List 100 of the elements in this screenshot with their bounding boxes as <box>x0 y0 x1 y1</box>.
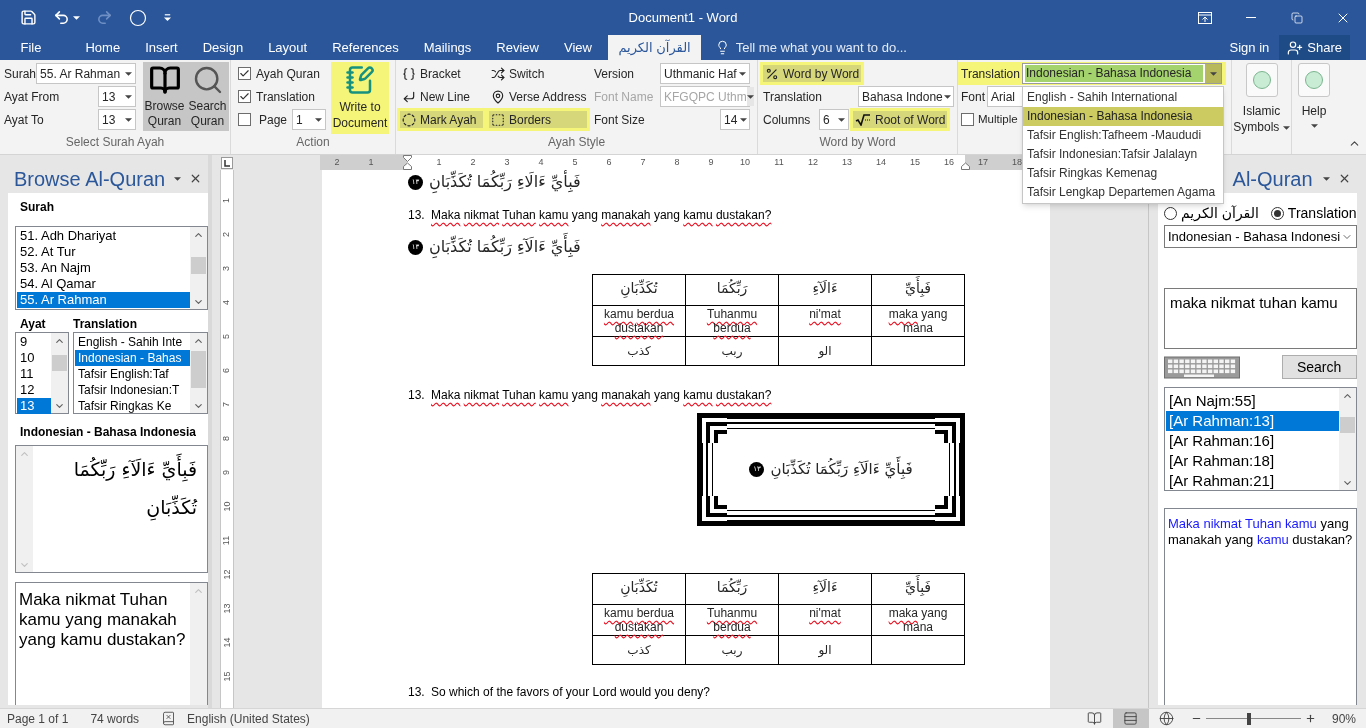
undo-icon[interactable] <box>53 9 70 26</box>
dropdown-field[interactable]: 13 <box>98 109 136 130</box>
slider-thumb[interactable] <box>1246 712 1251 725</box>
list-item[interactable]: 54. Al Qamar <box>17 276 190 292</box>
checkbox[interactable] <box>238 90 251 103</box>
list-item[interactable]: [Ar Rahman:13] <box>1166 411 1339 431</box>
list-item[interactable]: 11 <box>17 366 51 382</box>
scrollbar-thumb[interactable] <box>191 257 206 274</box>
ribbon-tab[interactable]: Mailings <box>411 35 484 60</box>
zoom-percent[interactable]: 90% <box>1331 709 1356 728</box>
share-button[interactable]: Share <box>1279 35 1350 60</box>
list-item[interactable]: 55. Ar Rahman <box>17 292 190 308</box>
dropdown-option[interactable]: Tafsir Ringkas Kemenag <box>1023 164 1223 183</box>
list-item[interactable]: 10 <box>17 350 51 366</box>
font-field[interactable]: Arial <box>987 86 1023 107</box>
scrollbar[interactable] <box>1338 388 1356 490</box>
checkbox-label[interactable]: Page <box>259 110 288 129</box>
list-item[interactable]: 9 <box>17 334 51 350</box>
page-spin-field[interactable]: 1 <box>292 109 327 130</box>
ribbon-tab[interactable]: القرآن الكريم <box>608 35 701 60</box>
list-item[interactable]: Tafsir English:Taf <box>75 366 190 382</box>
save-icon[interactable] <box>20 9 37 26</box>
write-to-document-button[interactable]: Write to Document <box>331 62 389 134</box>
checkbox-label[interactable]: Translation <box>256 87 315 106</box>
translation-list[interactable]: English - Sahih Inte Indonesian - Bahas Tafsir English:Taf Tafsir Indonesian:T Tafsir Ringkas Ke <box>73 332 208 414</box>
close-icon[interactable] <box>189 172 202 185</box>
list-item[interactable]: 53. An Najm <box>17 260 190 276</box>
dropdown-field[interactable]: 14 <box>720 109 750 130</box>
list-item[interactable]: English - Sahih Inte <box>75 334 190 350</box>
ribbon-tab[interactable]: Design <box>190 35 256 60</box>
ribbon-large-button[interactable]: Browse Quran <box>143 62 186 131</box>
ribbon-button[interactable]: New Line <box>397 85 486 108</box>
search-button[interactable]: Search <box>1281 355 1357 379</box>
radio-option[interactable]: القرآن الكريم <box>1164 202 1259 224</box>
book-x-icon[interactable] <box>161 711 177 726</box>
dropdown-option[interactable]: Tafsir English:Tafheem -Maududi <box>1023 126 1223 145</box>
ribbon-tab[interactable]: File <box>8 35 54 60</box>
translation-select[interactable]: Indonesian - Bahasa Indonesi <box>1164 225 1357 248</box>
dash-caret-icon[interactable] <box>163 13 172 22</box>
help-button[interactable]: Help <box>1294 63 1334 154</box>
ribbon-tab[interactable]: View <box>551 35 605 60</box>
sign-in-link[interactable]: Sign in <box>1219 35 1280 60</box>
ribbon-tab[interactable]: Layout <box>255 35 320 60</box>
list-item[interactable]: Tafsir Indonesian:T <box>75 382 190 398</box>
dropdown-field[interactable]: Bahasa Indone <box>858 86 954 107</box>
checkbox[interactable] <box>238 67 251 80</box>
list-item[interactable]: [Ar Rahman:16] <box>1166 431 1339 451</box>
ribbon-button[interactable]: Word by Word <box>760 62 865 85</box>
list-item[interactable]: [Ar Rahman:18] <box>1166 451 1339 471</box>
scrollbar[interactable] <box>51 333 68 413</box>
page-count[interactable]: Page 1 of 1 <box>7 709 69 728</box>
ribbon-button[interactable]: Bracket <box>397 62 486 85</box>
checkbox[interactable] <box>961 113 974 126</box>
scrollbar-thumb[interactable] <box>1339 417 1355 433</box>
letter-l-box-icon[interactable] <box>221 157 233 169</box>
result-text-box[interactable]: Maka nikmat Tuhan kamu yang manakah yang kamu dustakan? <box>1164 508 1357 705</box>
dropdown-field[interactable]: 55. Ar Rahman <box>36 63 137 84</box>
view-button[interactable] <box>1112 709 1149 728</box>
scrollbar-thumb[interactable] <box>191 351 206 388</box>
scrollbar[interactable] <box>190 227 207 309</box>
ayat-list[interactable]: 9 10 11 12 13 <box>15 332 69 414</box>
ribbon-button[interactable]: Root of Word <box>850 108 951 131</box>
translation-dropdown[interactable]: Indonesian - Bahasa Indonesia <box>1022 63 1222 84</box>
plus-icon[interactable] <box>1304 713 1316 724</box>
ribbon-button[interactable]: Switch <box>486 62 590 85</box>
tell-me-field[interactable]: Tell me what you want to do... <box>735 37 936 58</box>
checkbox-label[interactable]: Ayah Quran <box>256 64 320 83</box>
results-list[interactable]: [An Najm:55] [Ar Rahman:13] [Ar Rahman:16] [Ar Rahman:18] [Ar Rahman:21] <box>1164 387 1357 491</box>
dropdown-option[interactable]: Tafsir Lengkap Departemen Agama <box>1023 183 1223 202</box>
ribbon-tab[interactable]: Review <box>483 35 552 60</box>
ribbon-large-button[interactable]: Search Quran <box>186 62 229 131</box>
language-status[interactable]: English (United States) <box>187 709 310 728</box>
keyboard-icon[interactable] <box>1164 355 1240 379</box>
scrollbar-thumb[interactable] <box>52 355 67 371</box>
word-count[interactable]: 74 words <box>90 709 140 728</box>
arabic-text-box[interactable]: فَبِأَيِّ ءَالَآءِ رَبِّكُمَا تُكَذِّبَانِ <box>15 445 208 573</box>
dropdown-option[interactable]: Tafsir Indonesian:Tafsir Jalalayn <box>1023 145 1223 164</box>
dropdown-field[interactable]: 6 <box>819 109 849 130</box>
hourglass-marker-icon[interactable] <box>403 155 412 170</box>
ribbon-button[interactable]: Verse Address <box>486 85 590 108</box>
ribbon-tab[interactable]: Home <box>72 35 133 60</box>
dropdown-field[interactable]: Uthmanic Haf <box>660 63 750 84</box>
dropdown-option[interactable]: Indonesian - Bahasa Indonesia <box>1023 107 1223 126</box>
ribbon-button[interactable]: Borders <box>486 108 590 131</box>
checkbox-label[interactable]: Multiple <box>978 110 1018 129</box>
list-item[interactable]: [An Najm:55] <box>1166 391 1339 411</box>
islamic-symbols-button[interactable]: Islamic Symbols <box>1232 63 1291 154</box>
scrollbar[interactable] <box>190 583 207 705</box>
ribbon-button[interactable]: Mark Ayah <box>397 108 486 131</box>
dropdown-field[interactable]: 13 <box>98 86 136 107</box>
list-item[interactable]: Tafsir Ringkas Ke <box>75 398 190 414</box>
circle-icon[interactable] <box>129 8 147 27</box>
ribbon-tab[interactable]: Insert <box>132 35 191 60</box>
dropdown-option[interactable]: English - Sahih International <box>1023 88 1223 107</box>
checkbox[interactable] <box>238 113 251 126</box>
list-item[interactable]: 51. Adh Dhariyat <box>17 228 190 244</box>
translation-text-box[interactable]: Maka nikmat Tuhan kamu yang manakah yang kamu dustakan? <box>15 582 208 705</box>
surah-list[interactable]: 51. Adh Dhariyat 52. At Tur 53. An Najm 54. Al Qamar 55. Ar Rahman <box>15 226 208 310</box>
list-item[interactable]: 12 <box>17 382 51 398</box>
list-item[interactable]: 13 <box>17 398 51 414</box>
